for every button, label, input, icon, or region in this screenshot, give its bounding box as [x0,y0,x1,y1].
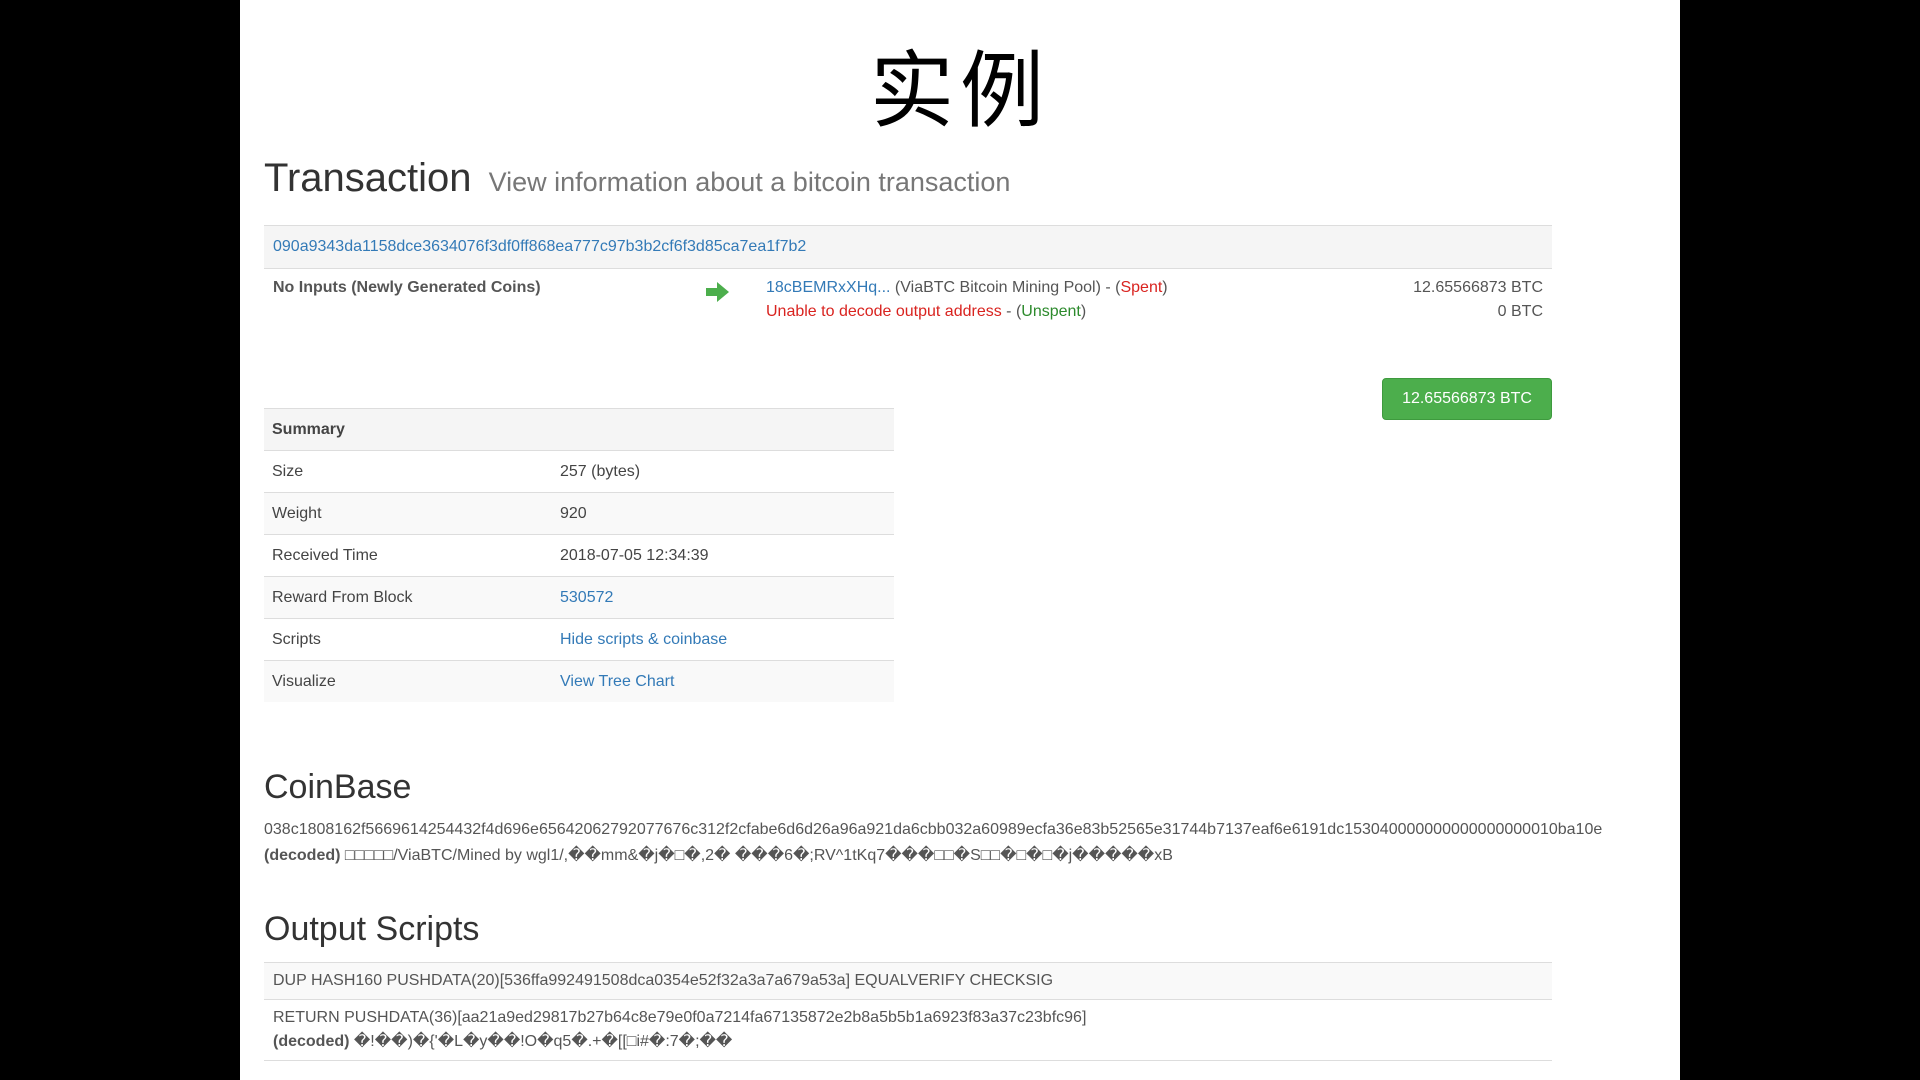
arrow-right-icon [706,282,729,302]
decoded-text: �!��)�{'�L�y��!O�q5�.+�[[□i#�:7�;�� [349,1033,733,1050]
output-address-link[interactable]: 18cBEMRxXHq... [766,279,890,296]
inputs-label: No Inputs (Newly Generated Coins) [273,279,541,296]
decoded-label: (decoded) [273,1033,350,1050]
tree-chart-link[interactable]: View Tree Chart [560,673,674,690]
hide-scripts-link[interactable]: Hide scripts & coinbase [560,631,727,648]
transaction-panel: 090a9343da1158dce3634076f3df0ff868ea777c… [264,225,1552,420]
summary-label: Reward From Block [264,576,552,619]
summary-label: Weight [264,492,552,535]
tx-hash-row: 090a9343da1158dce3634076f3df0ff868ea777c… [264,226,1552,269]
output-sep: - ( [1001,303,1022,320]
output-status-unspent: Unspent [1021,303,1081,320]
summary-table: Summary Size 257 (bytes) Weight 920 Rece… [264,408,894,702]
script-row: RETURN PUSHDATA(36)[aa21a9ed29817b27b64c… [264,1000,1552,1061]
summary-value: 2018-07-05 12:34:39 [552,534,894,577]
coinbase-hex: 038c1808162f5669614254432f4d696e65642062… [264,821,1603,838]
page-subtitle: View information about a bitcoin transac… [488,167,1011,197]
summary-label: Size [264,450,552,493]
output-close-paren-2: ) [1080,303,1087,320]
table-row: Size 257 (bytes) [264,450,894,493]
page-title-text: Transaction [264,156,472,200]
summary-label: Received Time [264,534,552,577]
tx-hash-link[interactable]: 090a9343da1158dce3634076f3df0ff868ea777c… [273,238,806,256]
output-amount-2: 0 BTC [1497,303,1543,320]
output-scripts-panel: DUP HASH160 PUSHDATA(20)[536ffa992491508… [264,962,1552,1061]
block-link[interactable]: 530572 [560,589,613,606]
output-close-paren: ) [1162,279,1168,296]
output-status-spent[interactable]: Spent [1120,279,1162,296]
table-row: Reward From Block 530572 [264,576,894,619]
coinbase-decoded: (decoded) □□□□□/ViaBTC/Mined by wgl1/,��… [264,845,1173,865]
script-decoded: (decoded) �!��)�{'�L�y��!O�q5�.+�[[□i#�:… [273,1031,1543,1051]
output-row-2: Unable to decode output address - (Unspe… [766,303,1086,321]
coinbase-title: CoinBase [264,768,412,806]
slide-title: 实例 [869,42,1050,140]
output-row-1: 18cBEMRxXHq... (ViaBTC Bitcoin Mining Po… [766,279,1168,297]
output-pool-label: (ViaBTC Bitcoin Mining Pool) - ( [890,279,1121,296]
page-title: Transaction View information about a bit… [264,156,1010,201]
slide: 实例 Transaction View information about a … [240,0,1680,1080]
summary-value: 920 [552,492,894,535]
decoded-text: □□□□□/ViaBTC/Mined by wgl1/,��mm&�j�□�,2… [340,847,1173,864]
decoded-label: (decoded) [264,847,341,864]
table-row: Visualize View Tree Chart [264,660,894,702]
summary-label: Scripts [264,618,552,661]
output-decode-error: Unable to decode output address [766,303,1002,320]
output-scripts-title: Output Scripts [264,910,480,948]
total-amount-button[interactable]: 12.65566873 BTC [1382,378,1552,420]
table-row: Received Time 2018-07-05 12:34:39 [264,534,894,577]
summary-value: 257 (bytes) [552,450,894,493]
summary-heading: Summary [264,408,894,451]
table-row: Scripts Hide scripts & coinbase [264,618,894,661]
table-row: Weight 920 [264,492,894,535]
summary-label: Visualize [264,660,552,702]
output-amount-1: 12.65566873 BTC [1413,279,1543,296]
script-row: DUP HASH160 PUSHDATA(20)[536ffa992491508… [264,963,1552,1000]
script-text: RETURN PUSHDATA(36)[aa21a9ed29817b27b64c… [273,1009,1087,1026]
tx-body: No Inputs (Newly Generated Coins) 18cBEM… [264,269,1552,420]
